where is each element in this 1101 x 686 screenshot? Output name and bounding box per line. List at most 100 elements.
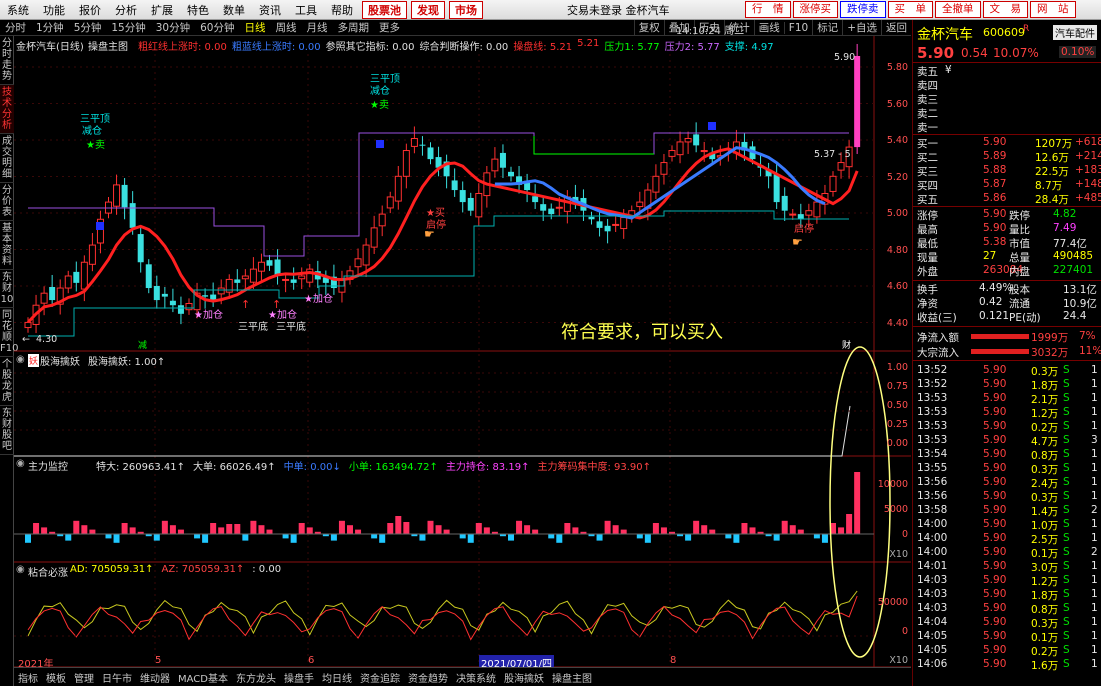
tick-row[interactable]: 13:55 5.90 0.3万 S 1: [913, 462, 1101, 476]
formula-tab[interactable]: 操盘手: [280, 670, 318, 685]
formula-tab[interactable]: 均日线: [318, 670, 356, 685]
buy-level-row[interactable]: 买三 5.88 22.5万 +183: [913, 164, 1101, 178]
quote-button[interactable]: 行 情: [745, 1, 791, 18]
draw-line-button[interactable]: 画线: [753, 20, 784, 35]
menu-item-feature[interactable]: 特色: [180, 2, 216, 18]
industry-badge[interactable]: 汽车配件: [1053, 25, 1097, 40]
tick-row[interactable]: 13:53 5.90 0.2万 S 1: [913, 420, 1101, 434]
trade-button[interactable]: 文 易: [982, 1, 1028, 18]
cancel-all-button[interactable]: 全撤单: [935, 1, 981, 18]
buy-order-button[interactable]: 买 单: [887, 1, 933, 18]
add-favorite-button[interactable]: +自选: [842, 20, 881, 35]
ind3-name[interactable]: 粘合必涨: [28, 564, 68, 579]
sell-level-row[interactable]: 卖五 ¥: [913, 64, 1101, 78]
formula-tab[interactable]: 股海擒妖: [500, 670, 548, 685]
restore-rights-button[interactable]: 复权: [633, 20, 664, 35]
tick-row[interactable]: 14:00 5.90 0.1万 S 2: [913, 546, 1101, 560]
tick-row[interactable]: 13:53 5.90 2.1万 S 1: [913, 392, 1101, 406]
formula-tab[interactable]: 管理: [70, 670, 98, 685]
formula-tab[interactable]: 指标: [14, 670, 42, 685]
tick-row[interactable]: 14:03 5.90 0.8万 S 1: [913, 602, 1101, 616]
menu-item-function[interactable]: 功能: [36, 2, 72, 18]
period-tab-day[interactable]: 日线: [240, 20, 271, 35]
left-tab-dongcai-f10[interactable]: 东财10: [0, 270, 14, 308]
back-button[interactable]: 返回: [881, 20, 911, 35]
period-tab-5min[interactable]: 5分钟: [69, 20, 107, 35]
sell-level-row[interactable]: 卖三: [913, 92, 1101, 106]
menu-item-quote[interactable]: 报价: [72, 2, 108, 18]
tick-row[interactable]: 14:04 5.90 0.3万 S 1: [913, 616, 1101, 630]
menu-button-discover[interactable]: 发现: [411, 0, 445, 19]
period-tab-60min[interactable]: 60分钟: [195, 20, 239, 35]
ind2-name[interactable]: 主力监控: [28, 458, 68, 473]
left-tab-ths-f10[interactable]: 同花顺F10: [0, 308, 18, 357]
period-tab-30min[interactable]: 30分钟: [151, 20, 195, 35]
tick-row[interactable]: 13:54 5.90 0.8万 S 1: [913, 448, 1101, 462]
period-tab-month[interactable]: 月线: [302, 20, 333, 35]
tick-row[interactable]: 14:03 5.90 1.2万 S 1: [913, 574, 1101, 588]
tick-row[interactable]: 13:53 5.90 4.7万 S 3: [913, 434, 1101, 448]
mark-button[interactable]: 标记: [812, 20, 842, 35]
limit-down-sell-button[interactable]: 跌停卖: [840, 1, 886, 18]
left-tab-basic-info[interactable]: 基本资料: [0, 221, 14, 270]
formula-tab[interactable]: 操盘主图: [548, 670, 596, 685]
formula-tab[interactable]: 资金趋势: [404, 670, 452, 685]
buy-level-row[interactable]: 买一 5.90 1207万 +618: [913, 136, 1101, 150]
left-tab-trades[interactable]: 成交明细: [0, 134, 14, 183]
ind3-circle-icon[interactable]: ◉: [16, 564, 25, 575]
ind1-name[interactable]: 股海擒妖: [40, 353, 80, 368]
left-tab-forum[interactable]: 东财股吧: [0, 406, 14, 455]
period-tab-15min[interactable]: 15分钟: [106, 20, 150, 35]
left-tab-dragon-tiger[interactable]: 个股龙虎: [0, 357, 14, 406]
tick-row[interactable]: 13:53 5.90 1.2万 S 1: [913, 406, 1101, 420]
tick-row[interactable]: 13:56 5.90 2.4万 S 1: [913, 476, 1101, 490]
left-tab-timeshare[interactable]: 分时走势: [0, 36, 14, 85]
ind1-circle-icon[interactable]: ◉: [16, 354, 25, 365]
limit-up-buy-button[interactable]: 涨停买: [792, 1, 838, 18]
period-tab-more[interactable]: 更多: [374, 20, 405, 35]
left-tab-technical[interactable]: 技术分析: [0, 85, 14, 134]
tick-row[interactable]: 14:01 5.90 3.0万 S 1: [913, 560, 1101, 574]
tick-row[interactable]: 13:52 5.90 0.3万 S 1: [913, 364, 1101, 378]
menu-item-system[interactable]: 系统: [0, 2, 36, 18]
tick-row[interactable]: 13:52 5.90 1.8万 S 1: [913, 378, 1101, 392]
menu-item-news[interactable]: 资讯: [252, 2, 288, 18]
menu-item-help[interactable]: 帮助: [324, 2, 360, 18]
menu-item-tools[interactable]: 工具: [288, 2, 324, 18]
sell-level-row[interactable]: 卖一: [913, 120, 1101, 134]
menu-button-market[interactable]: 市场: [449, 0, 483, 19]
formula-tab[interactable]: 维动器: [136, 670, 174, 685]
sell-level-row[interactable]: 卖四: [913, 78, 1101, 92]
period-tab-1min[interactable]: 1分钟: [31, 20, 69, 35]
period-tab-multi[interactable]: 多周期: [333, 20, 375, 35]
formula-tab[interactable]: 东方龙头: [232, 670, 280, 685]
formula-tab[interactable]: 资金追踪: [356, 670, 404, 685]
menu-item-data[interactable]: 数单: [216, 2, 252, 18]
formula-tab[interactable]: 决策系统: [452, 670, 500, 685]
menu-item-extend[interactable]: 扩展: [144, 2, 180, 18]
sell-level-row[interactable]: 卖二: [913, 106, 1101, 120]
buy-level-row[interactable]: 买四 5.87 8.7万 +148: [913, 178, 1101, 192]
tick-row[interactable]: 14:03 5.90 1.8万 S 1: [913, 588, 1101, 602]
formula-tab[interactable]: 模板: [42, 670, 70, 685]
buy-level-row[interactable]: 买二 5.89 12.6万 +214: [913, 150, 1101, 164]
main-formula-name[interactable]: 操盘主图: [88, 38, 128, 53]
formula-tab[interactable]: MACD基本: [174, 670, 232, 685]
tick-row[interactable]: 14:05 5.90 0.2万 S 1: [913, 644, 1101, 658]
tick-row[interactable]: 13:58 5.90 1.4万 S 2: [913, 504, 1101, 518]
menu-button-stock-pool[interactable]: 股票池: [362, 0, 407, 19]
tick-row[interactable]: 14:00 5.90 1.0万 S 1: [913, 518, 1101, 532]
period-tab-timeshare[interactable]: 分时: [0, 20, 31, 35]
tick-row[interactable]: 14:06 5.90 1.6万 S 1: [913, 658, 1101, 672]
menu-item-analysis[interactable]: 分析: [108, 2, 144, 18]
website-button[interactable]: 网 站: [1030, 1, 1076, 18]
f10-button[interactable]: F10: [783, 21, 812, 34]
tick-row[interactable]: 13:56 5.90 0.3万 S 1: [913, 490, 1101, 504]
formula-tab[interactable]: 日午市: [98, 670, 136, 685]
ind2-circle-icon[interactable]: ◉: [16, 458, 25, 469]
period-tab-week[interactable]: 周线: [271, 20, 302, 35]
left-tab-price-table[interactable]: 分价表: [0, 183, 14, 221]
buy-level-row[interactable]: 买五 5.86 28.4万 +485: [913, 192, 1101, 206]
tick-row[interactable]: 14:05 5.90 0.1万 S 1: [913, 630, 1101, 644]
tick-row[interactable]: 14:00 5.90 2.5万 S 1: [913, 532, 1101, 546]
